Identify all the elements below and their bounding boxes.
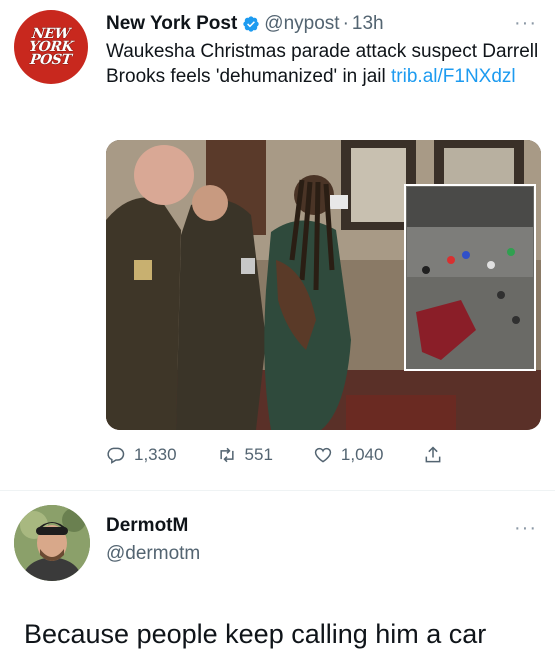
reply-count: 1,330: [134, 445, 177, 464]
tweet-link[interactable]: trib.al/F1NXdzl: [391, 66, 516, 87]
tweet-actions: 1,330 551 1,040: [106, 442, 506, 468]
like-count: 1,040: [340, 445, 384, 464]
author-handle[interactable]: @nypost: [264, 13, 339, 35]
tweet-text: Waukesha Christmas parade attack suspect…: [106, 39, 546, 89]
more-icon[interactable]: ···: [514, 12, 537, 35]
dermotm-avatar[interactable]: [14, 505, 90, 581]
retweet-icon: [219, 447, 234, 463]
share-icon: [426, 446, 441, 463]
separator-dot: ·: [342, 13, 349, 34]
reply-text: Because people keep calling him a car: [24, 619, 487, 649]
avatar-logo-line-3: POST: [29, 51, 73, 68]
retweet-button[interactable]: 551: [217, 445, 273, 465]
reply-author-handle[interactable]: @dermotm: [106, 543, 200, 565]
share-button[interactable]: [423, 445, 451, 465]
like-button[interactable]: 1,040: [313, 445, 384, 465]
tweet-media[interactable]: [106, 140, 541, 430]
author-name[interactable]: New York Post: [106, 13, 237, 35]
retweet-count: 551: [244, 445, 273, 464]
nypost-avatar[interactable]: NEW YORK POST: [14, 10, 88, 84]
timestamp[interactable]: 13h: [352, 13, 384, 35]
divider: [0, 490, 555, 491]
like-icon: [314, 447, 332, 463]
reply-button[interactable]: 1,330: [106, 445, 177, 465]
avatar-photo: [14, 505, 90, 581]
verified-badge-icon: [243, 16, 259, 32]
media-photo: [106, 140, 541, 430]
more-icon[interactable]: ···: [514, 517, 537, 540]
reply-author-name[interactable]: DermotM: [106, 515, 188, 537]
reply-icon: [107, 447, 125, 464]
tweet-header: New York Post @nypost · 13h: [106, 10, 384, 38]
